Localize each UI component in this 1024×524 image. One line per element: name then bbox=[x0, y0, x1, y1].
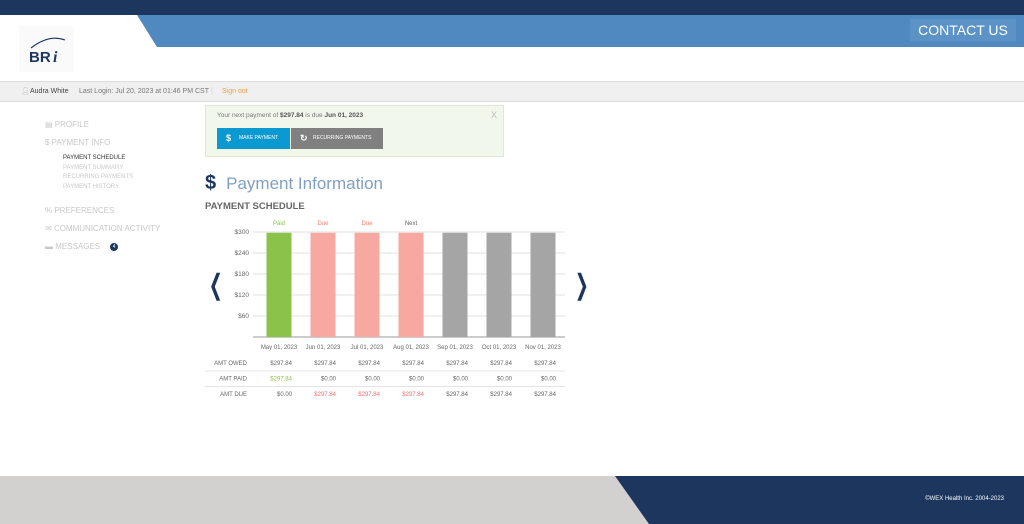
table-cell: $297.84 bbox=[446, 392, 468, 398]
divider: | bbox=[211, 88, 213, 95]
table-cell: $0.00 bbox=[497, 377, 513, 383]
user-bar: 👤︎ Audra White Last Login: Jul 20, 2023 … bbox=[0, 81, 1024, 102]
x-tick-label: Jul 01, 2023 bbox=[351, 345, 384, 351]
x-tick-label: May 01, 2023 bbox=[261, 345, 298, 351]
y-tick-label: $300 bbox=[235, 229, 250, 236]
table-cell: $297.84 bbox=[270, 361, 292, 367]
table-cell: $297.84 bbox=[446, 361, 468, 367]
sidebar-label: PAYMENT INFO bbox=[51, 138, 111, 147]
table-row-label: AMT PAID bbox=[219, 377, 247, 383]
payment-alert: Your next payment of $297.84 is due Jun … bbox=[205, 105, 504, 157]
sidebar-label: PROFILE bbox=[54, 120, 90, 129]
sidebar-sub-payment-summary[interactable]: PAYMENT SUMMARY bbox=[63, 165, 123, 171]
table-cell: $0.00 bbox=[541, 377, 557, 383]
sidebar-label: COMMUNICATION ACTIVITY bbox=[53, 224, 161, 233]
sidebar-item-messages[interactable]: ▬ MESSAGES 4 bbox=[45, 242, 119, 251]
dollar-icon: $ bbox=[205, 172, 217, 194]
y-tick-label: $60 bbox=[238, 313, 249, 320]
table-cell: $0.00 bbox=[321, 377, 337, 383]
table-cell: $297.84 bbox=[534, 392, 556, 398]
svg-text:BR: BR bbox=[29, 49, 51, 66]
close-icon[interactable]: X bbox=[491, 110, 497, 120]
x-tick-label: Aug 01, 2023 bbox=[393, 345, 429, 351]
table-row-label: AMT OWED bbox=[214, 361, 248, 367]
sign-out-link[interactable]: Sign out bbox=[222, 82, 248, 102]
bar bbox=[442, 232, 468, 337]
bar bbox=[486, 232, 512, 337]
table-cell: $0.00 bbox=[409, 377, 425, 383]
sidebar-item-payment-info[interactable]: $ PAYMENT INFO bbox=[45, 138, 110, 147]
table-cell: $297.84 bbox=[534, 361, 556, 367]
page-title: $ Payment Information bbox=[205, 172, 383, 194]
bar bbox=[310, 232, 336, 337]
table-cell: $297.84 bbox=[314, 361, 336, 367]
bar-label: Next bbox=[405, 221, 418, 227]
table-cell: $297.84 bbox=[358, 392, 380, 398]
bar-label: Due bbox=[361, 221, 373, 227]
table-cell: $297.84 bbox=[402, 392, 424, 398]
y-tick-label: $180 bbox=[235, 271, 250, 278]
user-name: Audra White bbox=[30, 88, 69, 95]
table-cell: $297.84 bbox=[490, 392, 512, 398]
header-band bbox=[137, 15, 1024, 47]
bar bbox=[266, 232, 292, 337]
y-tick-label: $240 bbox=[235, 250, 250, 257]
messages-badge: 4 bbox=[110, 242, 119, 251]
bar bbox=[354, 232, 380, 337]
sidebar-sub-payment-history[interactable]: PAYMENT HISTORY bbox=[63, 184, 119, 190]
bri-logo[interactable]: BR i bbox=[19, 26, 74, 72]
table-cell: $297.84 bbox=[314, 392, 336, 398]
top-bar bbox=[0, 0, 1024, 15]
x-tick-label: Nov 01, 2023 bbox=[525, 345, 561, 351]
sidebar-item-communication-activity[interactable]: ✉ COMMUNICATION ACTIVITY bbox=[45, 224, 160, 233]
bar-label: Paid bbox=[273, 221, 285, 227]
sidebar-sub-payment-schedule[interactable]: PAYMENT SCHEDULE bbox=[63, 155, 125, 161]
copyright: ©WEX Health Inc. 2004-2023 bbox=[925, 496, 1004, 502]
sidebar-sub-recurring-payments[interactable]: RECURRING PAYMENTS bbox=[63, 174, 133, 180]
make-payment-button[interactable]: $ MAKE PAYMENT bbox=[217, 128, 290, 149]
alert-message: Your next payment of $297.84 is due Jun … bbox=[217, 112, 364, 119]
sidebar-label: MESSAGES bbox=[55, 242, 101, 251]
recurring-icon: ↻ bbox=[300, 133, 308, 143]
bar bbox=[530, 232, 556, 337]
sidebar-item-profile[interactable]: ▤ PROFILE bbox=[45, 120, 89, 129]
sidebar-item-preferences[interactable]: % PREFERENCES bbox=[45, 206, 114, 215]
table-cell: $297.84 bbox=[402, 361, 424, 367]
table-cell: $297.84 bbox=[358, 361, 380, 367]
y-tick-label: $120 bbox=[235, 292, 250, 299]
payment-schedule-chart: $60 $120 $180 $240 $300 Paid May 01, 2023 Due Ju… bbox=[205, 221, 565, 398]
table-cell: $0.00 bbox=[277, 392, 293, 398]
x-tick-label: Oct 01, 2023 bbox=[482, 345, 517, 351]
table-cell: $0.00 bbox=[453, 377, 469, 383]
contact-us-button[interactable]: CONTACT US bbox=[910, 19, 1016, 41]
x-tick-label: Jun 01, 2023 bbox=[306, 345, 341, 351]
recurring-payments-button[interactable]: ↻ RECURRING PAYMENTS bbox=[291, 128, 383, 149]
table-cell: $297.84 bbox=[270, 377, 292, 383]
bar-label: Due bbox=[317, 221, 329, 227]
sidebar-label: PREFERENCES bbox=[54, 206, 115, 215]
table-cell: $0.00 bbox=[365, 377, 381, 383]
table-row-label: AMT DUE bbox=[220, 392, 247, 398]
user-icon: 👤︎ bbox=[21, 88, 30, 95]
x-tick-label: Sep 01, 2023 bbox=[437, 345, 473, 351]
dollar-icon: $ bbox=[226, 133, 232, 143]
last-login: Last Login: Jul 20, 2023 at 01:46 PM CST bbox=[79, 88, 209, 95]
table-cell: $297.84 bbox=[490, 361, 512, 367]
bar bbox=[398, 232, 424, 337]
svg-text:i: i bbox=[53, 49, 58, 66]
